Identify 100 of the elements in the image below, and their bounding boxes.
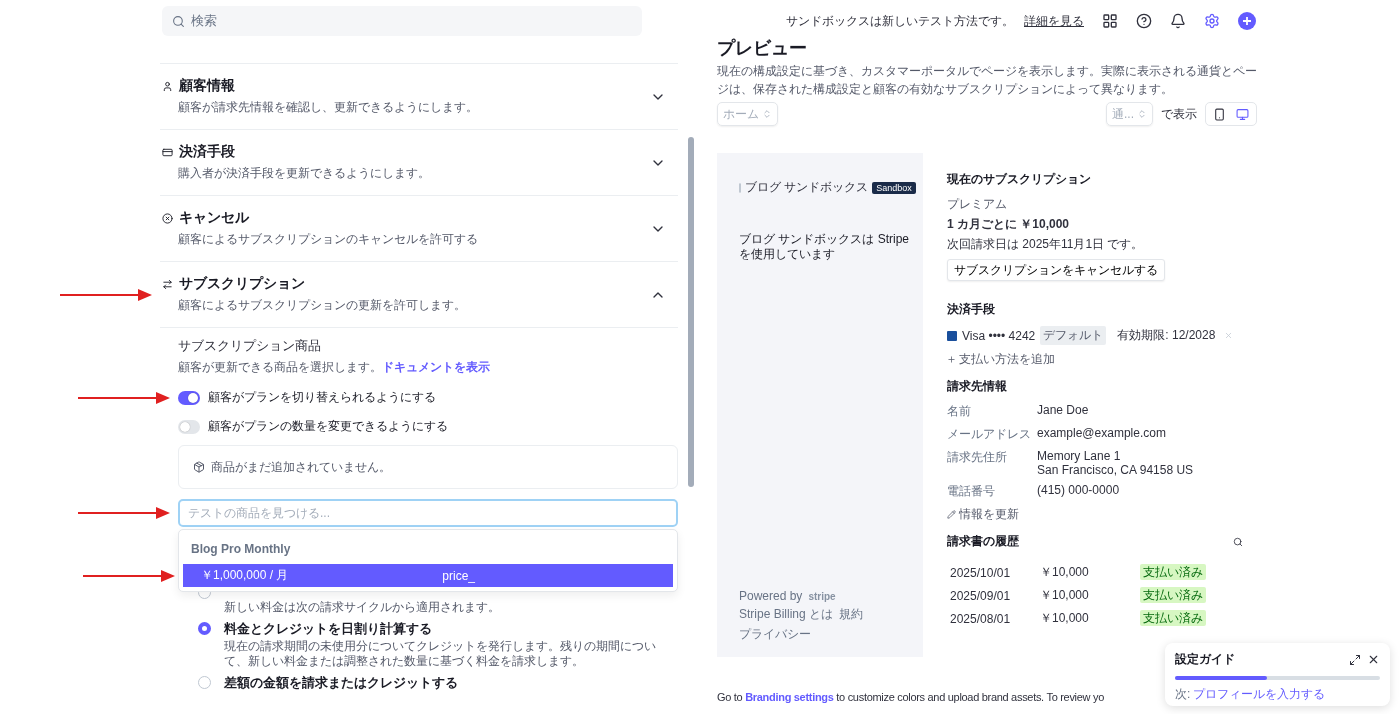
learn-more-link[interactable]: 詳細を見る [1024,12,1084,30]
card-brand-icon [947,330,957,341]
section-description: 顧客によるサブスクリプションのキャンセルを許可する [177,231,479,248]
updown-chevron-icon [762,109,772,119]
cancel-subscription-button[interactable]: サブスクリプションをキャンセルする [947,259,1165,281]
apps-icon[interactable] [1102,13,1118,29]
invoice-date: 2025/08/01 [950,611,1012,626]
docs-link[interactable]: ドキュメントを表示 [382,360,490,374]
add-icon[interactable] [1238,12,1256,30]
subsection-description: 顧客が更新できる商品を選択します。ドキュメントを表示 [178,359,491,376]
product-search-field[interactable]: テストの商品を見つける... [178,499,678,527]
status-badge: 支払い済み [1140,564,1206,580]
next-step-link[interactable]: プロフィールを入力する [1193,686,1326,703]
plus-icon [947,355,956,364]
card-number: Visa •••• 4242 [962,328,1036,343]
toggle-label: 顧客がプランの数量を変更できるようにする [208,418,448,435]
toggle-switch[interactable] [178,390,200,405]
footer-link[interactable]: 規約 [839,606,864,623]
next-label: 次: [1175,686,1191,703]
option-description: 新しい料金は次の請求サイクルから適用されます。 [224,600,501,615]
sandbox-notice: サンドボックスは新しいテスト方法です。 [786,12,1014,30]
section-heading: 請求先情報 [947,378,1008,395]
plan-name: プレミアム [947,196,1008,213]
price-id: price_ [442,568,475,583]
section-heading: 決済手段 [947,301,996,318]
scrollbar-thumb[interactable] [688,137,694,487]
footer-link[interactable]: Stripe Billing とは [739,606,834,623]
option-description: 現在の請求期間の未使用分についてクレジットを発行します。残りの期間について、新しい料金または調整された数量に基づく料金を請求します。 [224,639,657,669]
section-description: 顧客によるサブスクリプションの更新を許可します。 [177,297,467,314]
field-value: (415) 000-0000 [1037,483,1121,499]
brand-name: ブログ サンドボックス [745,179,869,196]
product-group-label: Blog Pro Monthly [190,541,292,558]
search-icon [172,14,185,28]
field-value: example@example.com [1037,426,1167,442]
section-title: サブスクリプション [179,275,305,293]
section-heading: 請求書の履歴 [947,533,1019,550]
invoice-date: 2025/10/01 [950,565,1012,580]
settings-section[interactable]: サブスクリプション 顧客によるサブスクリプションの更新を許可します。 [160,262,678,328]
default-badge: デフォルト [1040,326,1107,345]
field-label: 請求先住所 [947,449,1008,466]
status-badge: 支払い済み [1140,587,1206,603]
annotation-arrow-icon [60,287,152,302]
person-icon [162,80,173,92]
section-title: 決済手段 [179,143,235,161]
next-billing: 次回請求日は 2025年11月1日 です。 [947,236,1144,253]
option-title: 料金とクレジットを日割り計算する [224,621,433,638]
plan-price: 1 カ月ごとに ￥10,000 [947,216,1071,233]
annotation-arrow-icon [78,506,170,520]
option-title: 差額の金額を請求またはクレジットする [224,675,459,692]
search-icon[interactable] [1233,536,1243,547]
settings-icon[interactable] [1204,13,1220,29]
footer-link[interactable]: プライバシー [739,626,811,643]
display-label: で表示 [1161,105,1197,123]
card-expiry: 有効期限: 12/2028 [1117,327,1216,344]
field-label: 電話番号 [947,483,996,500]
toggle-switch[interactable] [178,419,200,434]
pencil-icon [947,510,956,519]
cancel-icon [162,212,173,224]
updown-chevron-icon [1137,109,1147,119]
stripe-wordmark: stripe [808,590,836,602]
close-icon[interactable] [1367,653,1380,666]
field-value: Memory Lane 1 San Francisco, CA 94158 US [1037,449,1195,477]
help-icon[interactable] [1136,13,1152,29]
toggle-label: 顧客がプランを切り替えられるようにする [208,389,436,406]
branding-settings-link[interactable]: Branding settings [745,691,834,703]
preview-title: プレビュー [717,37,808,60]
annotation-arrow-icon [83,568,175,583]
expand-icon[interactable] [1349,653,1361,666]
settings-section[interactable]: キャンセル 顧客によるサブスクリプションのキャンセルを許可する [160,196,678,262]
radio-button[interactable] [198,622,211,635]
status-badge: 支払い済み [1140,610,1206,626]
invoice-date: 2025/09/01 [950,588,1012,603]
search-field[interactable]: 検索 [162,6,642,36]
price-amount: ￥1,000,000 / 月 [201,567,289,584]
preview-description: 現在の構成設定に基づき、カスタマーポータルでページを表示します。実際に表示される通貨とページは、保存された構成設定と顧客の有効なサブスクリプションによって異なります。 [717,63,1257,98]
swap-icon [162,278,173,290]
field-label: 名前 [947,403,972,420]
section-title: キャンセル [179,209,249,227]
invoice-amount: ￥10,000 [1040,564,1090,581]
bell-icon[interactable] [1170,13,1186,29]
section-title: 顧客情報 [179,77,235,95]
update-info-link[interactable]: 情報を更新 [947,506,1243,523]
sandbox-badge: Sandbox [872,181,916,194]
invoice-amount: ￥10,000 [1040,610,1090,627]
section-heading: 現在のサブスクリプション [947,171,1092,188]
annotation-arrow-icon [78,390,170,405]
settings-section[interactable]: 決済手段 購入者が決済手段を更新できるようにします。 [160,130,678,196]
add-payment-link[interactable]: 支払い方法を追加 [947,351,1243,368]
card-icon [162,146,173,158]
empty-message: 商品がまだ追加されていません。 [211,458,391,476]
field-value: Jane Doe [1037,403,1090,419]
settings-section[interactable]: 顧客情報 顧客が請求先情報を確認し、更新できるようにします。 [160,64,678,130]
invoice-amount: ￥10,000 [1040,587,1090,604]
box-icon [193,461,205,473]
powered-by: Powered by [739,589,803,603]
section-description: 顧客が請求先情報を確認し、更新できるようにします。 [177,99,479,116]
field-label: メールアドレス [947,426,1032,443]
subsection-title: サブスクリプション商品 [178,338,322,355]
section-description: 購入者が決済手段を更新できるようにします。 [177,165,431,182]
portal-headline: ブログ サンドボックスは Stripe を使用しています [739,232,909,262]
